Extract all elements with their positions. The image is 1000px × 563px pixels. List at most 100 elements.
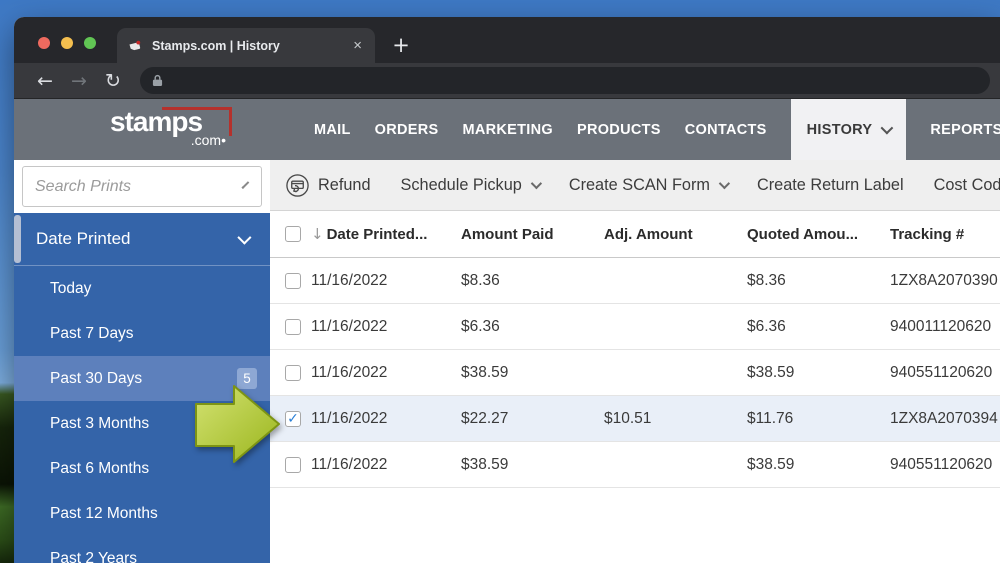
- stamps-logo[interactable]: stamps .com•: [110, 109, 228, 148]
- chevron-down-icon: [531, 178, 542, 189]
- cell-quoted-amount: $38.59: [747, 456, 890, 474]
- nav-item-orders[interactable]: ORDERS: [375, 99, 439, 160]
- cell-adj-amount: $10.51: [604, 410, 747, 428]
- row-checkbox[interactable]: [285, 365, 301, 381]
- maximize-window-button[interactable]: [84, 37, 96, 49]
- sidebar-item-past-2-years[interactable]: Past 2 Years: [14, 536, 270, 563]
- sidebar-item-label: Past 7 Days: [50, 325, 134, 343]
- collapse-chevron-icon: [237, 231, 251, 245]
- row-checkbox-cell: ✓: [270, 411, 311, 427]
- column-header-label: Tracking #: [890, 226, 964, 243]
- nav-menu: MAIL ORDERS MARKETING PRODUCTS CONTACTS HISTO…: [314, 99, 1000, 160]
- nav-item-mail[interactable]: MAIL: [314, 99, 351, 160]
- nav-item-label: MARKETING: [462, 122, 553, 138]
- sidebar-item-label: Today: [50, 280, 91, 298]
- cell-date-printed: 11/16/2022: [311, 456, 461, 474]
- sidebar-item-today[interactable]: Today: [14, 266, 270, 311]
- cell-tracking-number: 940551120620: [890, 456, 1000, 474]
- button-label: Schedule Pickup: [401, 176, 522, 195]
- sidebar-item-past-6-months[interactable]: Past 6 Months: [14, 446, 270, 491]
- tab-title: Stamps.com | History: [152, 39, 350, 53]
- header-checkbox-cell: [270, 226, 311, 242]
- nav-item-label: PRODUCTS: [577, 122, 661, 138]
- select-all-checkbox[interactable]: [285, 226, 301, 242]
- row-checkbox[interactable]: [285, 319, 301, 335]
- table-row[interactable]: ✓11/16/2022$22.27$10.51$11.761ZX8A207039…: [270, 396, 1000, 442]
- cost-codes-button[interactable]: Cost Codes: [934, 176, 1000, 195]
- refund-button[interactable]: Refund: [285, 173, 371, 198]
- button-label: Create SCAN Form: [569, 176, 710, 195]
- search-area: [14, 160, 270, 213]
- count-badge: 5: [237, 368, 257, 389]
- date-printed-section-header[interactable]: Date Printed: [14, 213, 270, 266]
- nav-item-contacts[interactable]: CONTACTS: [685, 99, 767, 160]
- column-header-tracking[interactable]: Tracking #: [890, 226, 1000, 243]
- nav-item-products[interactable]: PRODUCTS: [577, 99, 661, 160]
- column-header-amount-paid[interactable]: Amount Paid: [461, 226, 604, 243]
- sidebar-item-past-30-days[interactable]: Past 30 Days 5: [14, 356, 270, 401]
- close-window-button[interactable]: [38, 37, 50, 49]
- refund-icon: [285, 173, 310, 198]
- search-box[interactable]: [22, 166, 262, 207]
- schedule-pickup-button[interactable]: Schedule Pickup: [401, 176, 539, 195]
- page-content: Date Printed Today Past 7 Days Past 30 Day…: [14, 160, 1000, 563]
- forward-icon[interactable]: →: [62, 64, 96, 98]
- chevron-down-icon: [719, 178, 730, 189]
- table-row[interactable]: 11/16/2022$38.59$38.59940551120620: [270, 442, 1000, 488]
- sort-descending-icon: ↓: [311, 225, 324, 243]
- filter-panel: Date Printed Today Past 7 Days Past 30 Day…: [14, 213, 270, 563]
- window-controls: [38, 37, 96, 49]
- sidebar-item-past-7-days[interactable]: Past 7 Days: [14, 311, 270, 356]
- cell-tracking-number: 940011120620: [890, 318, 1000, 336]
- column-header-label: Adj. Amount: [604, 226, 693, 243]
- lock-icon: [152, 74, 163, 87]
- table-row[interactable]: 11/16/2022$6.36$6.36940011120620: [270, 304, 1000, 350]
- sidebar-item-past-12-months[interactable]: Past 12 Months: [14, 491, 270, 536]
- column-header-date-printed[interactable]: ↓Date Printed...: [311, 225, 461, 243]
- address-bar[interactable]: [140, 67, 990, 94]
- button-label: Cost Codes: [934, 176, 1000, 195]
- cell-tracking-number: 940551120620: [890, 364, 1000, 382]
- cell-tracking-number: 1ZX8A2070390: [890, 272, 1000, 290]
- column-header-label: Date Printed...: [327, 226, 428, 243]
- table-row[interactable]: 11/16/2022$8.36$8.361ZX8A2070390: [270, 258, 1000, 304]
- reload-icon[interactable]: ↻: [96, 64, 130, 98]
- column-header-quoted-amou[interactable]: Quoted Amou...: [747, 226, 890, 243]
- back-icon[interactable]: ←: [28, 64, 62, 98]
- minimize-window-button[interactable]: [61, 37, 73, 49]
- section-label: Date Printed: [36, 229, 131, 249]
- nav-item-label: CONTACTS: [685, 122, 767, 138]
- table-row[interactable]: 11/16/2022$38.59$38.59940551120620: [270, 350, 1000, 396]
- sidebar-item-label: Past 6 Months: [50, 460, 149, 478]
- nav-item-marketing[interactable]: MARKETING: [462, 99, 553, 160]
- nav-item-reports[interactable]: REPORTS: [930, 99, 1000, 160]
- row-checkbox[interactable]: [285, 457, 301, 473]
- table-body: 11/16/2022$8.36$8.361ZX8A207039011/16/20…: [270, 258, 1000, 488]
- browser-window: Stamps.com | History × + ← → ↻ stamps .c…: [14, 17, 1000, 563]
- cell-quoted-amount: $8.36: [747, 272, 890, 290]
- cell-date-printed: 11/16/2022: [311, 318, 461, 336]
- browser-toolbar: ← → ↻: [14, 63, 1000, 99]
- column-header-label: Amount Paid: [461, 226, 554, 243]
- nav-item-history[interactable]: HISTORY: [791, 99, 907, 160]
- sidebar-item-label: Past 12 Months: [50, 505, 158, 523]
- nav-item-label: REPORTS: [930, 122, 1000, 138]
- cell-quoted-amount: $6.36: [747, 318, 890, 336]
- browser-tab[interactable]: Stamps.com | History ×: [117, 28, 375, 63]
- new-tab-icon[interactable]: +: [386, 30, 416, 60]
- row-checkbox-cell: [270, 273, 311, 289]
- create-return-label-button[interactable]: Create Return Label: [757, 176, 904, 195]
- chevron-down-icon: [881, 122, 894, 135]
- row-checkbox[interactable]: ✓: [285, 411, 301, 427]
- row-checkbox[interactable]: [285, 273, 301, 289]
- close-tab-icon[interactable]: ×: [350, 37, 365, 54]
- column-header-adj-amount[interactable]: Adj. Amount: [604, 226, 747, 243]
- cell-amount-paid: $22.27: [461, 410, 604, 428]
- sidebar-item-past-3-months[interactable]: Past 3 Months: [14, 401, 270, 446]
- sidebar-item-label: Past 30 Days: [50, 370, 142, 388]
- cell-amount-paid: $38.59: [461, 456, 604, 474]
- create-scan-form-button[interactable]: Create SCAN Form: [569, 176, 727, 195]
- search-input[interactable]: [23, 178, 243, 196]
- cell-amount-paid: $8.36: [461, 272, 604, 290]
- nav-item-label: ORDERS: [375, 122, 439, 138]
